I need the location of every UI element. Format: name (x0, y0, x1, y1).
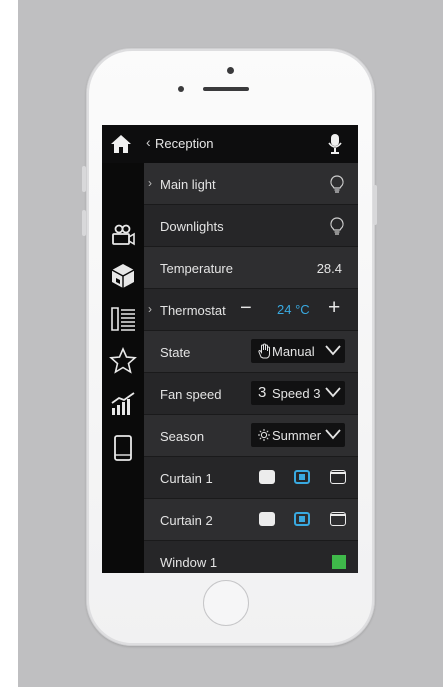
temperature-value: 28.4 (316, 261, 342, 276)
microphone-icon[interactable] (328, 133, 342, 155)
sidebar (102, 163, 144, 573)
volume-up-button (82, 166, 86, 192)
row-label: State (160, 345, 191, 360)
increase-button[interactable]: + (328, 296, 340, 320)
dropdown-value: Summer (272, 428, 322, 443)
top-bar: ‹ Reception (102, 125, 358, 163)
cube-icon[interactable] (108, 261, 138, 291)
expand-chevron-icon: › (148, 302, 152, 316)
proximity-sensor (178, 86, 184, 92)
curtain-stop-button[interactable] (294, 470, 310, 484)
list-item-main-light[interactable]: › Main light (144, 163, 358, 205)
curtain-open-button[interactable] (259, 470, 275, 484)
dropdown-value: Manual (272, 344, 315, 359)
list-item-thermostat[interactable]: › Thermostat − 24 °C + (144, 289, 358, 331)
list-item-window-1: Window 1 (144, 541, 358, 573)
state-dropdown[interactable]: Manual (251, 339, 345, 363)
list-item-curtain-1: Curtain 1 (144, 457, 358, 499)
chart-icon[interactable] (108, 389, 138, 419)
power-button (373, 185, 377, 225)
decrease-button[interactable]: − (240, 297, 252, 320)
fan-speed-dropdown[interactable]: 3 Speed 3 (251, 381, 345, 405)
camera-icon[interactable] (108, 220, 138, 250)
home-button[interactable] (203, 580, 249, 626)
curtain-open-button[interactable] (259, 512, 275, 526)
row-label: Window 1 (160, 555, 218, 570)
row-label: Fan speed (160, 387, 222, 402)
speed-level-glyph: 3 (258, 384, 267, 401)
list-item-state: State Manual (144, 331, 358, 373)
front-camera (227, 67, 234, 74)
dropdown-value: Speed 3 (272, 386, 321, 401)
expand-chevron-icon: › (148, 176, 152, 190)
curtain-close-button[interactable] (330, 470, 346, 484)
row-label: Main light (160, 177, 216, 192)
back-chevron-icon[interactable]: ‹ (146, 134, 151, 150)
star-icon[interactable] (108, 346, 138, 376)
app-screen: ‹ Reception › Main light Downlights Temp… (102, 125, 358, 573)
season-dropdown[interactable]: Summer (251, 423, 345, 447)
curtain-close-button[interactable] (330, 512, 346, 526)
list-item-curtain-2: Curtain 2 (144, 499, 358, 541)
lightbulb-icon[interactable] (330, 217, 344, 236)
row-label: Temperature (160, 261, 233, 276)
row-label: Curtain 2 (160, 513, 213, 528)
row-label: Season (160, 429, 205, 444)
hand-icon (258, 343, 270, 359)
device-list: › Main light Downlights Temperature 28.4… (144, 163, 358, 573)
earpiece-speaker (203, 87, 249, 91)
curtain-stop-button[interactable] (294, 512, 310, 526)
tablet-icon[interactable] (108, 433, 138, 463)
chevron-down-icon (325, 429, 341, 440)
lightbulb-icon[interactable] (330, 175, 344, 194)
volume-down-button (82, 210, 86, 236)
setpoint-value: 24 °C (277, 302, 310, 317)
list-icon[interactable] (108, 304, 138, 334)
page-title: Reception (155, 136, 214, 151)
chevron-down-icon (325, 387, 341, 398)
row-label: Thermostat (160, 303, 226, 318)
chevron-down-icon (325, 345, 341, 356)
list-item-fan-speed: Fan speed 3 Speed 3 (144, 373, 358, 415)
row-label: Curtain 1 (160, 471, 213, 486)
list-item-season: Season Summer (144, 415, 358, 457)
home-icon[interactable] (110, 134, 132, 154)
row-label: Downlights (160, 219, 224, 234)
window-status-indicator (332, 555, 346, 569)
list-item-downlights[interactable]: Downlights (144, 205, 358, 247)
sun-icon (258, 429, 270, 441)
list-item-temperature: Temperature 28.4 (144, 247, 358, 289)
